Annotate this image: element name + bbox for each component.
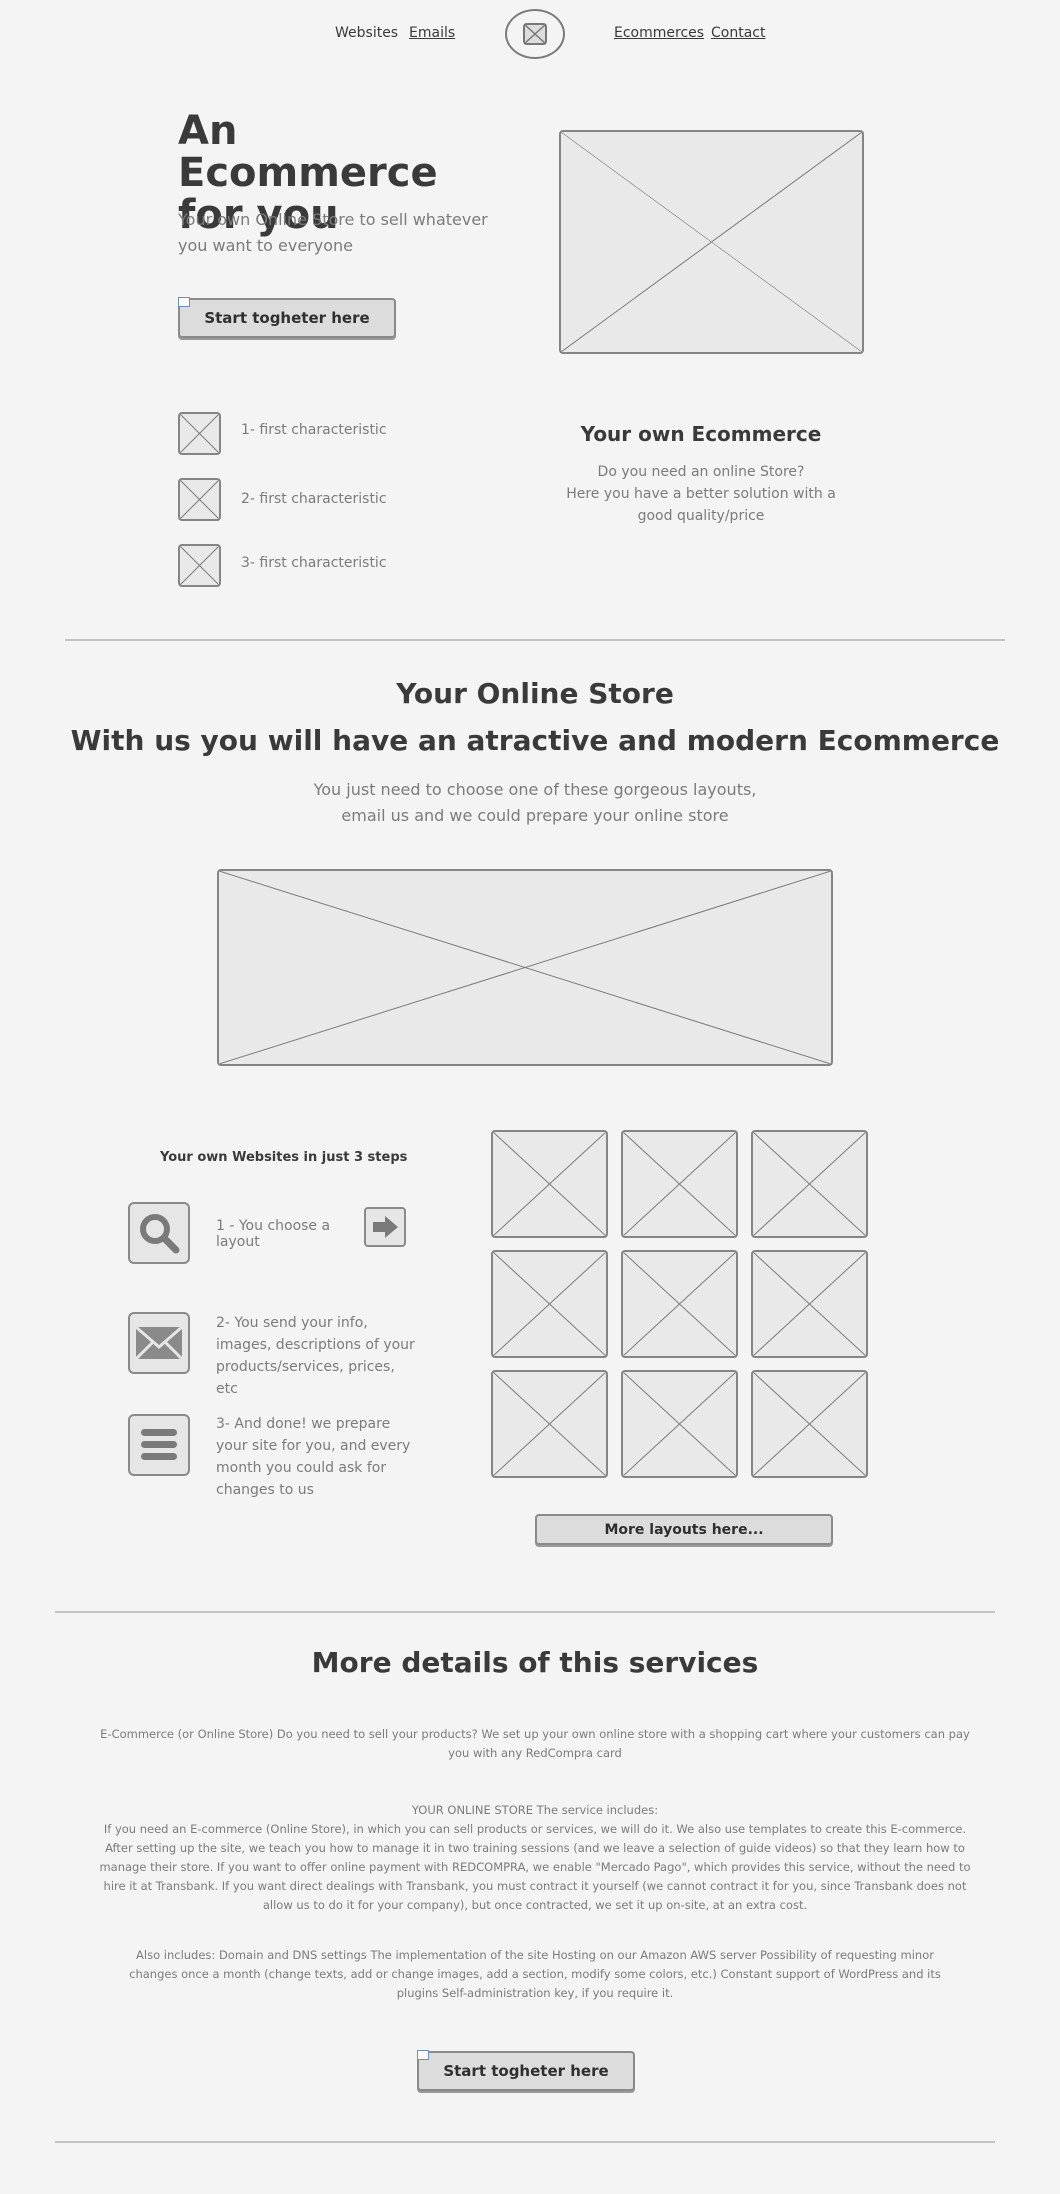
details-title: More details of this services (311, 1646, 759, 1679)
online-store-headline: With us you will have an atractive and m… (70, 724, 1000, 757)
layout-thumbnail[interactable] (621, 1370, 738, 1478)
banner-image (217, 869, 833, 1066)
feature-icon-1 (178, 412, 221, 455)
hero-subtitle: Your own Online Store to sell whatever y… (178, 210, 488, 255)
layout-thumbnail[interactable] (621, 1250, 738, 1358)
own-ecommerce-line1: Do you need an online Store? (597, 464, 805, 480)
layout-thumbnail[interactable] (751, 1370, 868, 1478)
divider (55, 1611, 995, 1613)
arrow-right-icon (373, 1216, 398, 1238)
envelope-x-icon (523, 23, 547, 45)
steps-title: Your own Websites in just 3 steps (160, 1150, 408, 1165)
step1-icon-box (128, 1202, 190, 1264)
details-p1: E-Commerce (or Online Store) Do you need… (100, 1727, 970, 1760)
nav-emails[interactable]: Emails (409, 25, 455, 41)
online-store-title: Your Online Store (396, 677, 674, 710)
nav-websites[interactable]: Websites (335, 25, 398, 41)
step1-arrow-box[interactable] (364, 1207, 406, 1247)
start-button-bottom[interactable]: Start togheter here (417, 2050, 635, 2091)
layout-thumbnail[interactable] (491, 1370, 608, 1478)
broken-image-icon (417, 2050, 429, 2060)
hero-image (559, 130, 864, 354)
step-3: 3- And done! we prepare your site for yo… (216, 1416, 411, 1498)
layout-thumbnail[interactable] (621, 1130, 738, 1238)
more-layouts-button[interactable]: More layouts here... (535, 1514, 833, 1545)
layout-thumbnail[interactable] (751, 1130, 868, 1238)
feature-2: 2- first characteristic (241, 491, 387, 507)
feature-3: 3- first characteristic (241, 555, 387, 571)
envelope-icon (135, 1325, 183, 1361)
details-p2-head: YOUR ONLINE STORE The service includes: (411, 1803, 659, 1817)
broken-image-icon (178, 297, 190, 307)
feature-1: 1- first characteristic (241, 422, 387, 438)
logo[interactable] (505, 9, 565, 59)
details-p3: Also includes: Domain and DNS settings T… (129, 1948, 941, 2000)
search-icon (140, 1214, 180, 1254)
menu-icon (141, 1429, 177, 1460)
step-1: 1 - You choose a layout (216, 1218, 331, 1250)
layout-thumbnail[interactable] (491, 1130, 608, 1238)
step2-icon-box (128, 1312, 190, 1374)
layout-thumbnail[interactable] (751, 1250, 868, 1358)
start-button[interactable]: Start togheter here (178, 297, 396, 338)
details-p2: If you need an E-commerce (Online Store)… (99, 1822, 971, 1912)
nav-contact[interactable]: Contact (711, 25, 765, 41)
divider (65, 639, 1005, 641)
step3-icon-box (128, 1414, 190, 1476)
divider (55, 2141, 995, 2143)
layout-grid (491, 1130, 870, 1478)
feature-icon-3 (178, 544, 221, 587)
online-store-subtitle: You just need to choose one of these gor… (313, 780, 757, 825)
nav-ecommerces[interactable]: Ecommerces (614, 25, 704, 41)
feature-icon-2 (178, 478, 221, 521)
own-ecommerce-title: Your own Ecommerce (580, 422, 822, 446)
layout-thumbnail[interactable] (491, 1250, 608, 1358)
own-ecommerce-line2: Here you have a better solution with a g… (566, 486, 836, 524)
step-2: 2- You send your info, images, descripti… (216, 1315, 415, 1397)
